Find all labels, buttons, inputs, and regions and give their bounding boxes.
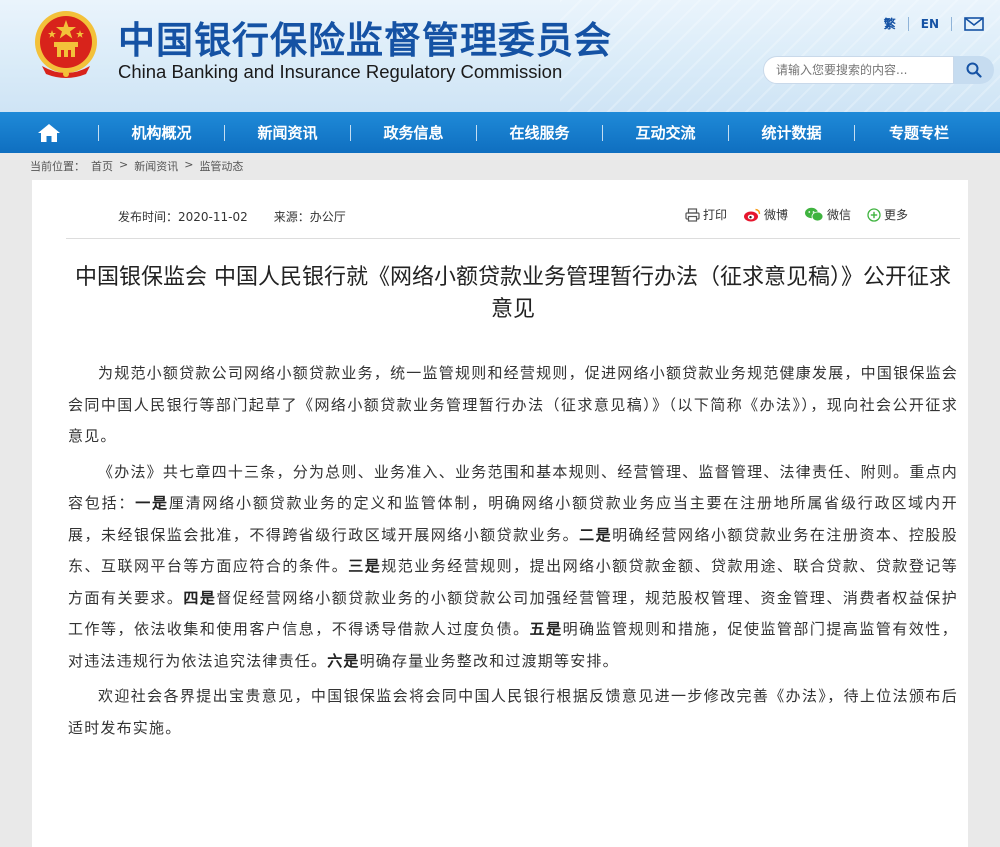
nav-item-about[interactable]: 机构概况 [99, 112, 224, 153]
paragraph-text: 明确存量业务整改和过渡期等安排。 [359, 651, 619, 670]
article-body: 为规范小额贷款公司网络小额贷款业务，统一监管规则和经营规则，促进网络小额贷款业务… [68, 358, 958, 748]
wechat-icon [804, 207, 824, 222]
nav-item-special-topics[interactable]: 专题专栏 [855, 112, 983, 153]
print-label: 打印 [702, 208, 727, 222]
article-title: 中国银保监会 中国人民银行就《网络小额贷款业务管理暂行办法（征求意见稿）》公开征… [75, 265, 951, 322]
top-separator [951, 16, 952, 31]
breadcrumb: 当前位置： 首页 > 新闻资讯 > 监管动态 [30, 158, 243, 174]
site-header: 中国银行保险监督管理委员会 China Banking and Insuranc… [0, 0, 1000, 112]
article-paragraph-1: 为规范小额贷款公司网络小额贷款业务，统一监管规则和经营规则，促进网络小额贷款业务… [68, 364, 958, 445]
publish-time: 发布时间：2020-11-02 [118, 210, 248, 224]
nav-item-government-info[interactable]: 政务信息 [351, 112, 476, 153]
share-bar: 打印 微博 微信 更多 [685, 206, 908, 223]
breadcrumb-news[interactable]: 新闻资讯 [134, 158, 178, 174]
print-button[interactable]: 打印 [685, 206, 727, 223]
breadcrumb-prefix: 当前位置： [30, 160, 85, 173]
article-paragraph-2: 《办法》共七章四十三条，分为总则、业务准入、业务范围和基本规则、经营管理、监督管… [68, 457, 958, 678]
printer-icon [685, 207, 700, 222]
meta-divider [66, 238, 960, 239]
weibo-share-button[interactable]: 微博 [743, 206, 788, 223]
mail-icon[interactable] [964, 16, 984, 31]
search-input[interactable] [763, 56, 954, 84]
article-paragraph-3: 欢迎社会各界提出宝贵意见，中国银保监会将会同中国人民银行根据反馈意见进一步修改完… [68, 687, 958, 737]
breadcrumb-separator: > [184, 158, 194, 171]
article-card: 发布时间：2020-11-02 来源：办公厅 打印 微博 微信 更多 中国银保监… [32, 180, 968, 847]
nav-item-statistics[interactable]: 统计数据 [729, 112, 854, 153]
keypoint-label: 三是 [348, 557, 382, 575]
english-link[interactable]: EN [909, 17, 951, 31]
keypoint-label: 五是 [529, 620, 563, 638]
traditional-chinese-link[interactable]: 繁 [872, 15, 908, 32]
nav-home[interactable] [0, 112, 98, 153]
wechat-label: 微信 [826, 208, 851, 222]
search-button[interactable] [954, 56, 994, 84]
keypoint-label: 六是 [327, 651, 360, 670]
nav-item-interaction[interactable]: 互动交流 [603, 112, 728, 153]
main-nav: 机构概况 新闻资讯 政务信息 在线服务 互动交流 统计数据 专题专栏 [0, 112, 1000, 153]
keypoint-label: 四是 [183, 588, 217, 607]
breadcrumb-separator: > [119, 158, 129, 171]
home-icon [38, 123, 60, 142]
more-share-button[interactable]: 更多 [867, 206, 908, 223]
plus-circle-icon [867, 207, 881, 222]
site-title-en: China Banking and Insurance Regulatory C… [118, 61, 563, 82]
national-emblem-icon [35, 11, 97, 78]
search-icon [966, 62, 982, 78]
article-source: 来源：办公厅 [273, 210, 346, 224]
top-links: 繁 EN [872, 15, 990, 32]
article-meta: 发布时间：2020-11-02 来源：办公厅 [118, 208, 346, 225]
site-title-cn: 中国银行保险监督管理委员会 [118, 19, 612, 62]
weibo-label: 微博 [763, 208, 788, 222]
weibo-icon [743, 208, 761, 221]
wechat-share-button[interactable]: 微信 [804, 206, 851, 223]
keypoint-label: 一是 [135, 494, 169, 512]
more-label: 更多 [883, 208, 908, 222]
breadcrumb-regulatory-news[interactable]: 监管动态 [199, 158, 243, 174]
nav-item-online-service[interactable]: 在线服务 [477, 112, 602, 153]
nav-item-news[interactable]: 新闻资讯 [225, 112, 350, 153]
keypoint-label: 二是 [579, 525, 613, 544]
breadcrumb-home[interactable]: 首页 [91, 158, 113, 174]
